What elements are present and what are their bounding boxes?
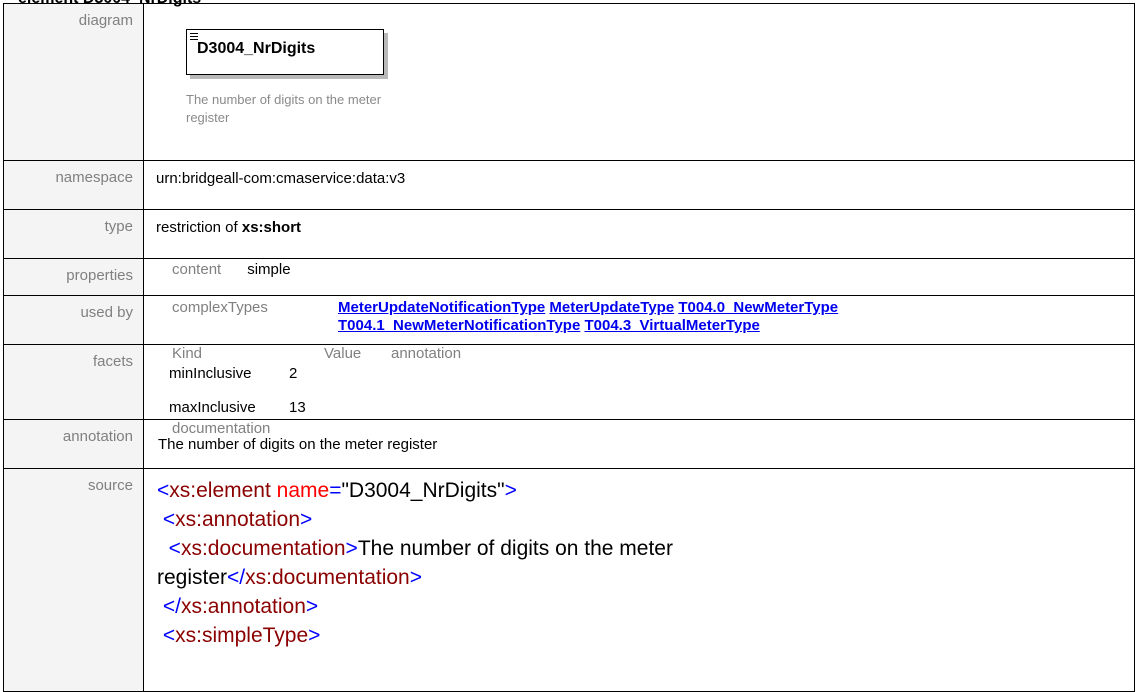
row-annotation: annotation documentation The number of d… [3, 419, 1135, 469]
src-tag: <xs:element [157, 479, 271, 502]
facet-row: maxInclusive 13 [156, 399, 1133, 416]
link-meterupdatenotificationtype[interactable]: MeterUpdateNotificationType [338, 299, 545, 316]
row-properties: properties content simple [3, 258, 1135, 296]
row-label: type [3, 209, 144, 259]
facets-cell: Kind Value annotation minInclusive 2 maxInc… [143, 344, 1135, 420]
row-label: facets [3, 344, 144, 420]
row-facets: facets Kind Value annotation minInclusive 2… [3, 344, 1135, 420]
src-tag: <xs:simpleType> [162, 624, 321, 647]
element-box[interactable]: D3004_NrDigits [186, 29, 384, 75]
src-tag: <xs:documentation> [168, 537, 358, 560]
schema-doc-table: diagram D3004_NrDigits The number of dig… [3, 3, 1135, 692]
source-code: <xs:element name="D3004_NrDigits"> <xs:a… [145, 470, 1133, 650]
link-t004-3-virtualmetertype[interactable]: T004.3_VirtualMeterType [584, 317, 759, 334]
facet-header-value: Value [324, 345, 362, 362]
row-used-by: used by complexTypes MeterUpdateNotifica… [3, 295, 1135, 345]
facet-header-annotation: annotation [391, 345, 462, 362]
namespace-value: urn:bridgeall-com:cmaservice:data:v3 [143, 160, 1135, 210]
row-source: source <xs:element name="D3004_NrDigits"… [3, 468, 1135, 692]
src-tag: </xs:documentation> [227, 566, 423, 589]
link-t004-0-newmetertype[interactable]: T004.0_NewMeterType [678, 299, 838, 316]
row-label: properties [3, 258, 144, 296]
used-by-links: MeterUpdateNotificationType MeterUpdateT… [338, 299, 838, 335]
src-text: register [157, 566, 228, 589]
property-key: content [172, 261, 222, 278]
annotation-key: documentation [172, 420, 271, 437]
src-tag: </xs:annotation> [162, 595, 319, 618]
link-meterupdatetype[interactable]: MeterUpdateType [549, 299, 674, 316]
row-label: used by [3, 295, 144, 345]
facet-kind: minInclusive [169, 365, 252, 382]
facet-value: 13 [289, 399, 306, 416]
used-by-kind: complexTypes [172, 299, 268, 316]
type-prefix: restriction of [156, 219, 242, 236]
diagram-cell: D3004_NrDigits The number of digits on t… [143, 3, 1135, 161]
row-label: diagram [3, 3, 144, 161]
row-label: annotation [3, 419, 144, 469]
src-attr: name [276, 479, 330, 502]
row-label: source [3, 468, 144, 692]
facet-value: 2 [289, 365, 298, 382]
row-diagram: diagram D3004_NrDigits The number of dig… [3, 3, 1135, 161]
src-tag: <xs:annotation> [162, 508, 313, 531]
src-attr-value: ="D3004_NrDigits"> [329, 479, 517, 502]
row-namespace: namespace urn:bridgeall-com:cmaservice:d… [3, 160, 1135, 210]
used-by-cell: complexTypes MeterUpdateNotificationType… [143, 295, 1135, 345]
properties-cell: content simple [143, 258, 1135, 296]
link-t004-1-newmeternotificationtype[interactable]: T004.1_NewMeterNotificationType [338, 317, 580, 334]
facet-kind: maxInclusive [169, 399, 256, 416]
row-type: type restriction of xs:short [3, 209, 1135, 259]
property-value: simple [247, 261, 291, 278]
element-name: D3004_NrDigits [197, 40, 316, 57]
type-value: restriction of xs:short [143, 209, 1135, 259]
annotation-text: The number of digits on the meter regist… [158, 436, 438, 453]
source-cell: <xs:element name="D3004_NrDigits"> <xs:a… [143, 468, 1135, 692]
type-base: xs:short [241, 219, 302, 236]
src-text: The number of digits on the meter [357, 537, 673, 560]
facet-header-kind: Kind [172, 345, 203, 362]
documentation-lines-icon [190, 33, 198, 40]
facet-row: minInclusive 2 [156, 365, 1133, 382]
element-diagram: D3004_NrDigits The number of digits on t… [156, 5, 416, 155]
annotation-cell: documentation The number of digits on th… [143, 419, 1135, 469]
row-label: namespace [3, 160, 144, 210]
diagram-documentation: The number of digits on the meter regist… [186, 92, 382, 125]
